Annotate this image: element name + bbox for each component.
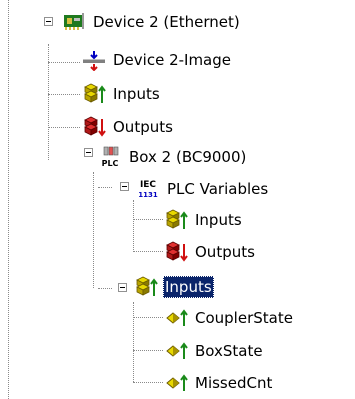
tree-item-box-inputs[interactable]: Inputs	[134, 273, 214, 301]
tree-item-box-state[interactable]: BoxState	[164, 337, 265, 365]
tree-item-label: Outputs	[113, 118, 173, 136]
outputs-icon	[82, 116, 106, 138]
tree-item-plc-outputs[interactable]: Outputs	[164, 238, 257, 266]
tree-item-missed-cnt[interactable]: MissedCnt	[164, 369, 274, 397]
collapse-toggle[interactable]	[120, 182, 129, 191]
tree-item-label: Outputs	[195, 243, 255, 261]
inputs-icon	[82, 83, 106, 105]
variable-input-icon	[164, 307, 188, 329]
tree-item-label: BoxState	[195, 342, 263, 360]
tree-item-label: Inputs	[163, 276, 214, 298]
tree-line	[133, 317, 163, 318]
process-image-icon	[82, 49, 106, 71]
iec-icon: IEC 1131	[136, 178, 160, 200]
tree-item-label: MissedCnt	[195, 374, 273, 392]
tree-line	[98, 288, 112, 289]
svg-text:IEC: IEC	[140, 180, 156, 190]
ethernet-card-icon	[62, 11, 86, 33]
tree-line	[48, 62, 80, 63]
inputs-icon	[164, 209, 188, 231]
tree-view[interactable]: Device 2 (Ethernet) Device 2-Image Input…	[0, 0, 355, 399]
tree-line	[133, 382, 163, 383]
collapse-toggle[interactable]	[44, 17, 53, 26]
tree-line	[48, 94, 80, 95]
tree-item-image[interactable]: Device 2-Image	[82, 46, 233, 74]
tree-item-coupler-state[interactable]: CouplerState	[164, 304, 295, 332]
inputs-icon	[134, 276, 158, 298]
tree-item-device-outputs[interactable]: Outputs	[82, 113, 175, 141]
tree-item-label: Inputs	[113, 85, 160, 103]
tree-line	[133, 219, 163, 220]
tree-item-plc-variables[interactable]: IEC 1131 PLC Variables	[136, 175, 270, 203]
collapse-toggle[interactable]	[84, 148, 93, 157]
plc-box-icon: PLC	[98, 146, 122, 168]
svg-text:PLC: PLC	[102, 159, 119, 168]
variable-input-icon	[164, 340, 188, 362]
tree-item-label: PLC Variables	[167, 180, 269, 198]
tree-line	[93, 172, 94, 288]
tree-item-device-inputs[interactable]: Inputs	[82, 80, 162, 108]
tree-item-label: Device 2 (Ethernet)	[93, 13, 240, 31]
tree-item-label: Device 2-Image	[113, 51, 232, 69]
tree-line	[133, 350, 163, 351]
tree-item-label: Inputs	[195, 211, 242, 229]
tree-item-device[interactable]: Device 2 (Ethernet)	[62, 8, 242, 36]
tree-line	[48, 127, 80, 128]
outputs-icon	[164, 241, 188, 263]
collapse-toggle[interactable]	[118, 283, 127, 292]
tree-line	[98, 187, 112, 188]
tree-line	[8, 0, 9, 399]
tree-item-label: CouplerState	[195, 309, 293, 327]
tree-line	[133, 302, 134, 382]
tree-item-box[interactable]: PLC Box 2 (BC9000)	[98, 143, 248, 171]
tree-line	[133, 251, 163, 252]
svg-text:1131: 1131	[138, 191, 158, 199]
tree-item-label: Box 2 (BC9000)	[129, 148, 247, 166]
tree-line	[133, 200, 134, 252]
variable-input-icon	[164, 372, 188, 394]
tree-item-plc-inputs[interactable]: Inputs	[164, 206, 244, 234]
